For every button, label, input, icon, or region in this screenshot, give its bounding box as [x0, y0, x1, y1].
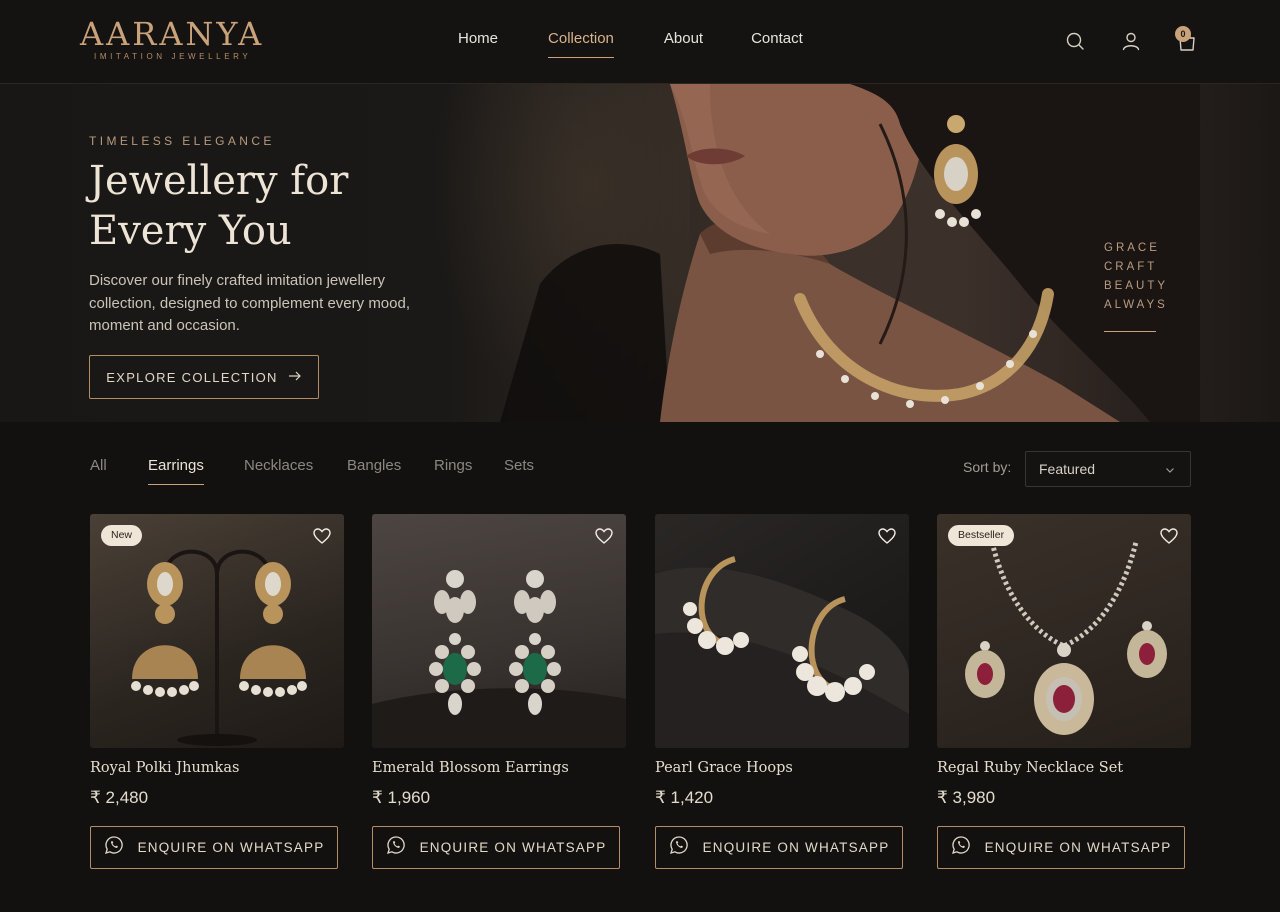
- nav-item-about[interactable]: About: [664, 30, 703, 58]
- product-image[interactable]: New: [90, 514, 344, 748]
- hero-title-line2: Every You: [89, 208, 292, 254]
- brand-logo[interactable]: AARANYA IMITATION JEWELLERY: [80, 16, 280, 61]
- product-name[interactable]: Regal Ruby Necklace Set: [937, 760, 1191, 780]
- product-card[interactable]: New Royal Polki Jhumkas ₹ 2,480 ENQUIRE …: [90, 514, 344, 869]
- side-word: ALWAYS: [1104, 299, 1168, 311]
- sort-value: Featured: [1039, 461, 1096, 477]
- site-header: AARANYA IMITATION JEWELLERY Home Collect…: [0, 0, 1280, 84]
- side-word: GRACE: [1104, 242, 1160, 254]
- whatsapp-icon: [951, 835, 971, 860]
- enquire-whatsapp-button[interactable]: ENQUIRE ON WHATSAPP: [655, 826, 903, 869]
- nav-item-contact[interactable]: Contact: [751, 30, 803, 58]
- product-card[interactable]: Pearl Grace Hoops ₹ 1,420 ENQUIRE ON WHA…: [655, 514, 909, 869]
- hero-side-words: GRACE CRAFT BEAUTY ALWAYS: [1104, 239, 1168, 332]
- explore-collection-button[interactable]: EXPLORE COLLECTION: [89, 355, 319, 399]
- hero-banner: TIMELESS ELEGANCE Jewellery for Every Yo…: [0, 84, 1280, 422]
- hero-title-line1: Jewellery for: [89, 158, 349, 204]
- whatsapp-icon: [669, 835, 689, 860]
- product-name[interactable]: Pearl Grace Hoops: [655, 760, 909, 780]
- enquire-button-label: ENQUIRE ON WHATSAPP: [419, 840, 607, 855]
- heart-icon[interactable]: [594, 526, 614, 546]
- chevron-down-icon: [1164, 463, 1176, 481]
- sort-dropdown[interactable]: Featured: [1025, 451, 1191, 487]
- tab-sets[interactable]: Sets: [504, 457, 534, 485]
- nav-item-home[interactable]: Home: [458, 30, 498, 58]
- explore-collection-label: EXPLORE COLLECTION: [106, 369, 278, 385]
- enquire-whatsapp-button[interactable]: ENQUIRE ON WHATSAPP: [937, 826, 1185, 869]
- arrow-right-icon: [288, 368, 302, 386]
- tab-all[interactable]: All: [90, 457, 107, 485]
- tab-bangles[interactable]: Bangles: [347, 457, 401, 485]
- tab-necklaces[interactable]: Necklaces: [244, 457, 313, 485]
- ruby-necklace-set-illustration: [965, 541, 1167, 735]
- enquire-button-label: ENQUIRE ON WHATSAPP: [137, 840, 325, 855]
- jhumka-illustration: [131, 549, 307, 746]
- enquire-whatsapp-button[interactable]: ENQUIRE ON WHATSAPP: [90, 826, 338, 869]
- user-icon[interactable]: [1120, 30, 1142, 52]
- pearl-hoops-illustration: [655, 556, 909, 748]
- product-card[interactable]: Bestseller Regal Ruby Necklace Set ₹ 3,9…: [937, 514, 1191, 869]
- product-name[interactable]: Royal Polki Jhumkas: [90, 760, 344, 780]
- tab-rings[interactable]: Rings: [434, 457, 472, 485]
- sort-label: Sort by:: [963, 459, 1012, 475]
- product-image[interactable]: [655, 514, 909, 748]
- side-word: BEAUTY: [1104, 280, 1169, 292]
- heart-icon[interactable]: [1159, 526, 1179, 546]
- heart-icon[interactable]: [877, 526, 897, 546]
- product-price: ₹ 1,960: [372, 788, 431, 807]
- hero-description: Discover our finely crafted imitation je…: [89, 272, 411, 334]
- enquire-whatsapp-button[interactable]: ENQUIRE ON WHATSAPP: [372, 826, 620, 869]
- hero-content: TIMELESS ELEGANCE Jewellery for Every Yo…: [89, 134, 469, 338]
- product-image[interactable]: Bestseller: [937, 514, 1191, 748]
- brand-tagline: IMITATION JEWELLERY: [94, 52, 252, 61]
- cart-count-badge: 0: [1175, 26, 1191, 42]
- product-image[interactable]: [372, 514, 626, 748]
- product-price: ₹ 1,420: [655, 788, 714, 807]
- side-divider: [1104, 331, 1156, 332]
- heart-icon[interactable]: [312, 526, 332, 546]
- main-nav: Home Collection About Contact: [458, 30, 803, 58]
- product-card[interactable]: Emerald Blossom Earrings ₹ 1,960 ENQUIRE…: [372, 514, 626, 869]
- hero-model-image: [500, 84, 1200, 422]
- whatsapp-icon: [386, 835, 406, 860]
- enquire-button-label: ENQUIRE ON WHATSAPP: [984, 840, 1172, 855]
- whatsapp-icon: [104, 835, 124, 860]
- side-word: CRAFT: [1104, 261, 1158, 273]
- hero-title: Jewellery for Every You: [89, 156, 469, 256]
- product-name[interactable]: Emerald Blossom Earrings: [372, 760, 626, 780]
- product-price: ₹ 2,480: [90, 788, 149, 807]
- product-badge: New: [101, 525, 143, 546]
- tab-earrings[interactable]: Earrings: [148, 457, 204, 485]
- emerald-earring-illustration: [372, 570, 626, 748]
- hero-eyebrow: TIMELESS ELEGANCE: [89, 134, 275, 148]
- product-price: ₹ 3,980: [937, 788, 996, 807]
- search-icon[interactable]: [1064, 30, 1086, 52]
- brand-name: AARANYA: [80, 15, 265, 53]
- enquire-button-label: ENQUIRE ON WHATSAPP: [702, 840, 890, 855]
- nav-item-collection[interactable]: Collection: [548, 30, 614, 58]
- product-badge: Bestseller: [948, 525, 1015, 546]
